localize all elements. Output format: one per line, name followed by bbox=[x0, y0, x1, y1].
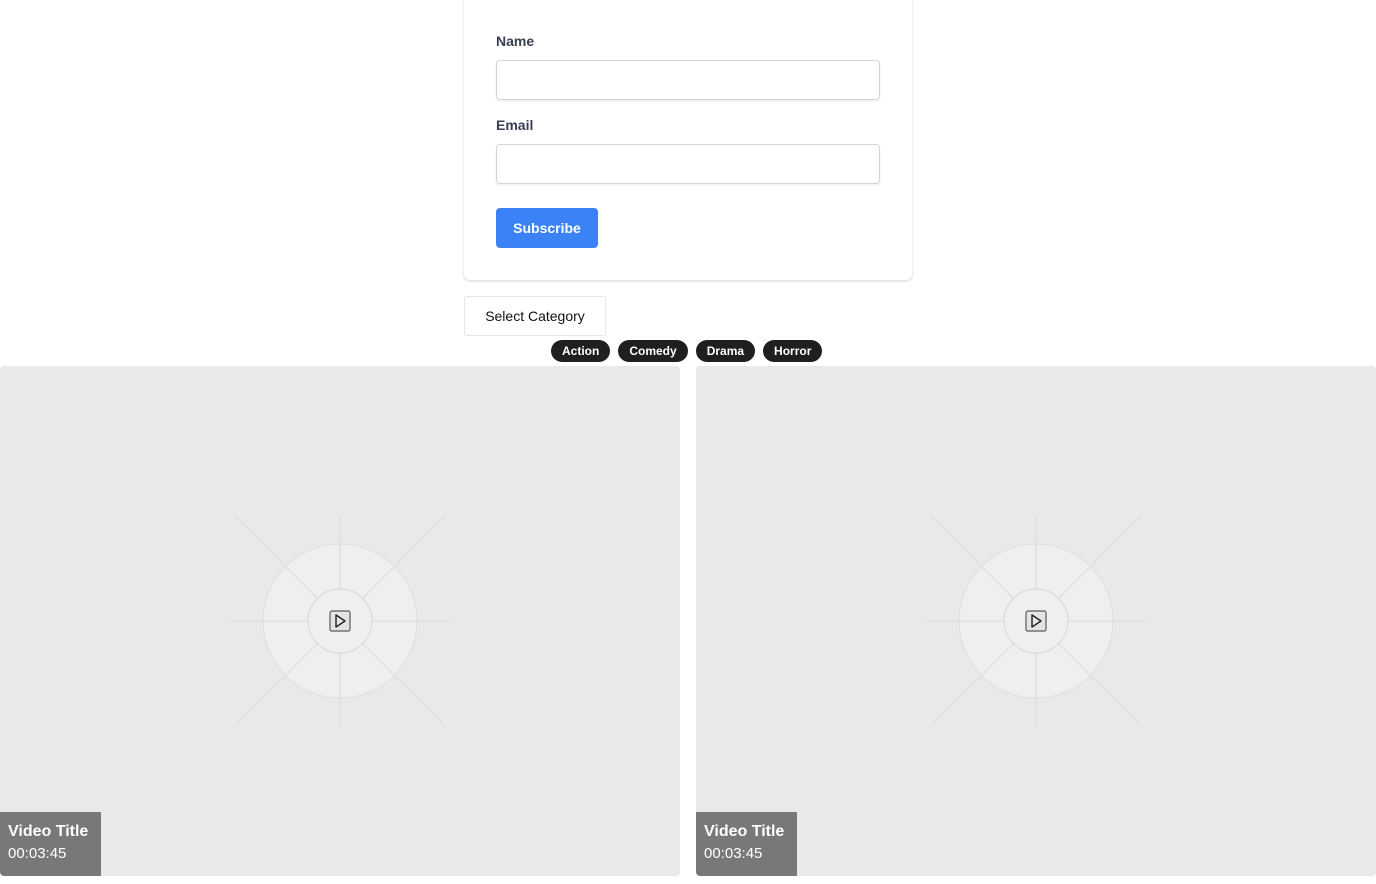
video-title: Video Title bbox=[704, 823, 785, 840]
tag-drama[interactable]: Drama bbox=[695, 340, 756, 362]
video-duration: 00:03:45 bbox=[8, 845, 67, 862]
category-select[interactable]: Select Category bbox=[464, 296, 606, 336]
video-card[interactable]: Video Title 00:03:45 bbox=[696, 366, 1376, 876]
subscribe-form: Name Email Subscribe bbox=[464, 0, 912, 280]
subscribe-button[interactable]: Subscribe bbox=[496, 208, 598, 248]
tag-horror[interactable]: Horror bbox=[763, 340, 823, 362]
video-title: Video Title bbox=[8, 823, 89, 840]
video-caption: Video Title 00:03:45 bbox=[696, 812, 797, 876]
video-placeholder-icon bbox=[230, 515, 450, 727]
play-icon bbox=[1025, 610, 1047, 632]
play-icon bbox=[329, 610, 351, 632]
category-tags: Action Comedy Drama Horror bbox=[551, 340, 823, 362]
email-label: Email bbox=[496, 117, 534, 133]
video-placeholder-icon bbox=[926, 515, 1146, 727]
name-label: Name bbox=[496, 33, 535, 49]
video-caption: Video Title 00:03:45 bbox=[0, 812, 101, 876]
video-duration: 00:03:45 bbox=[704, 845, 763, 862]
tag-action[interactable]: Action bbox=[551, 340, 611, 362]
tag-comedy[interactable]: Comedy bbox=[618, 340, 688, 362]
video-card[interactable]: Video Title 00:03:45 bbox=[0, 366, 680, 876]
email-input[interactable] bbox=[496, 144, 880, 184]
name-input[interactable] bbox=[496, 60, 880, 100]
